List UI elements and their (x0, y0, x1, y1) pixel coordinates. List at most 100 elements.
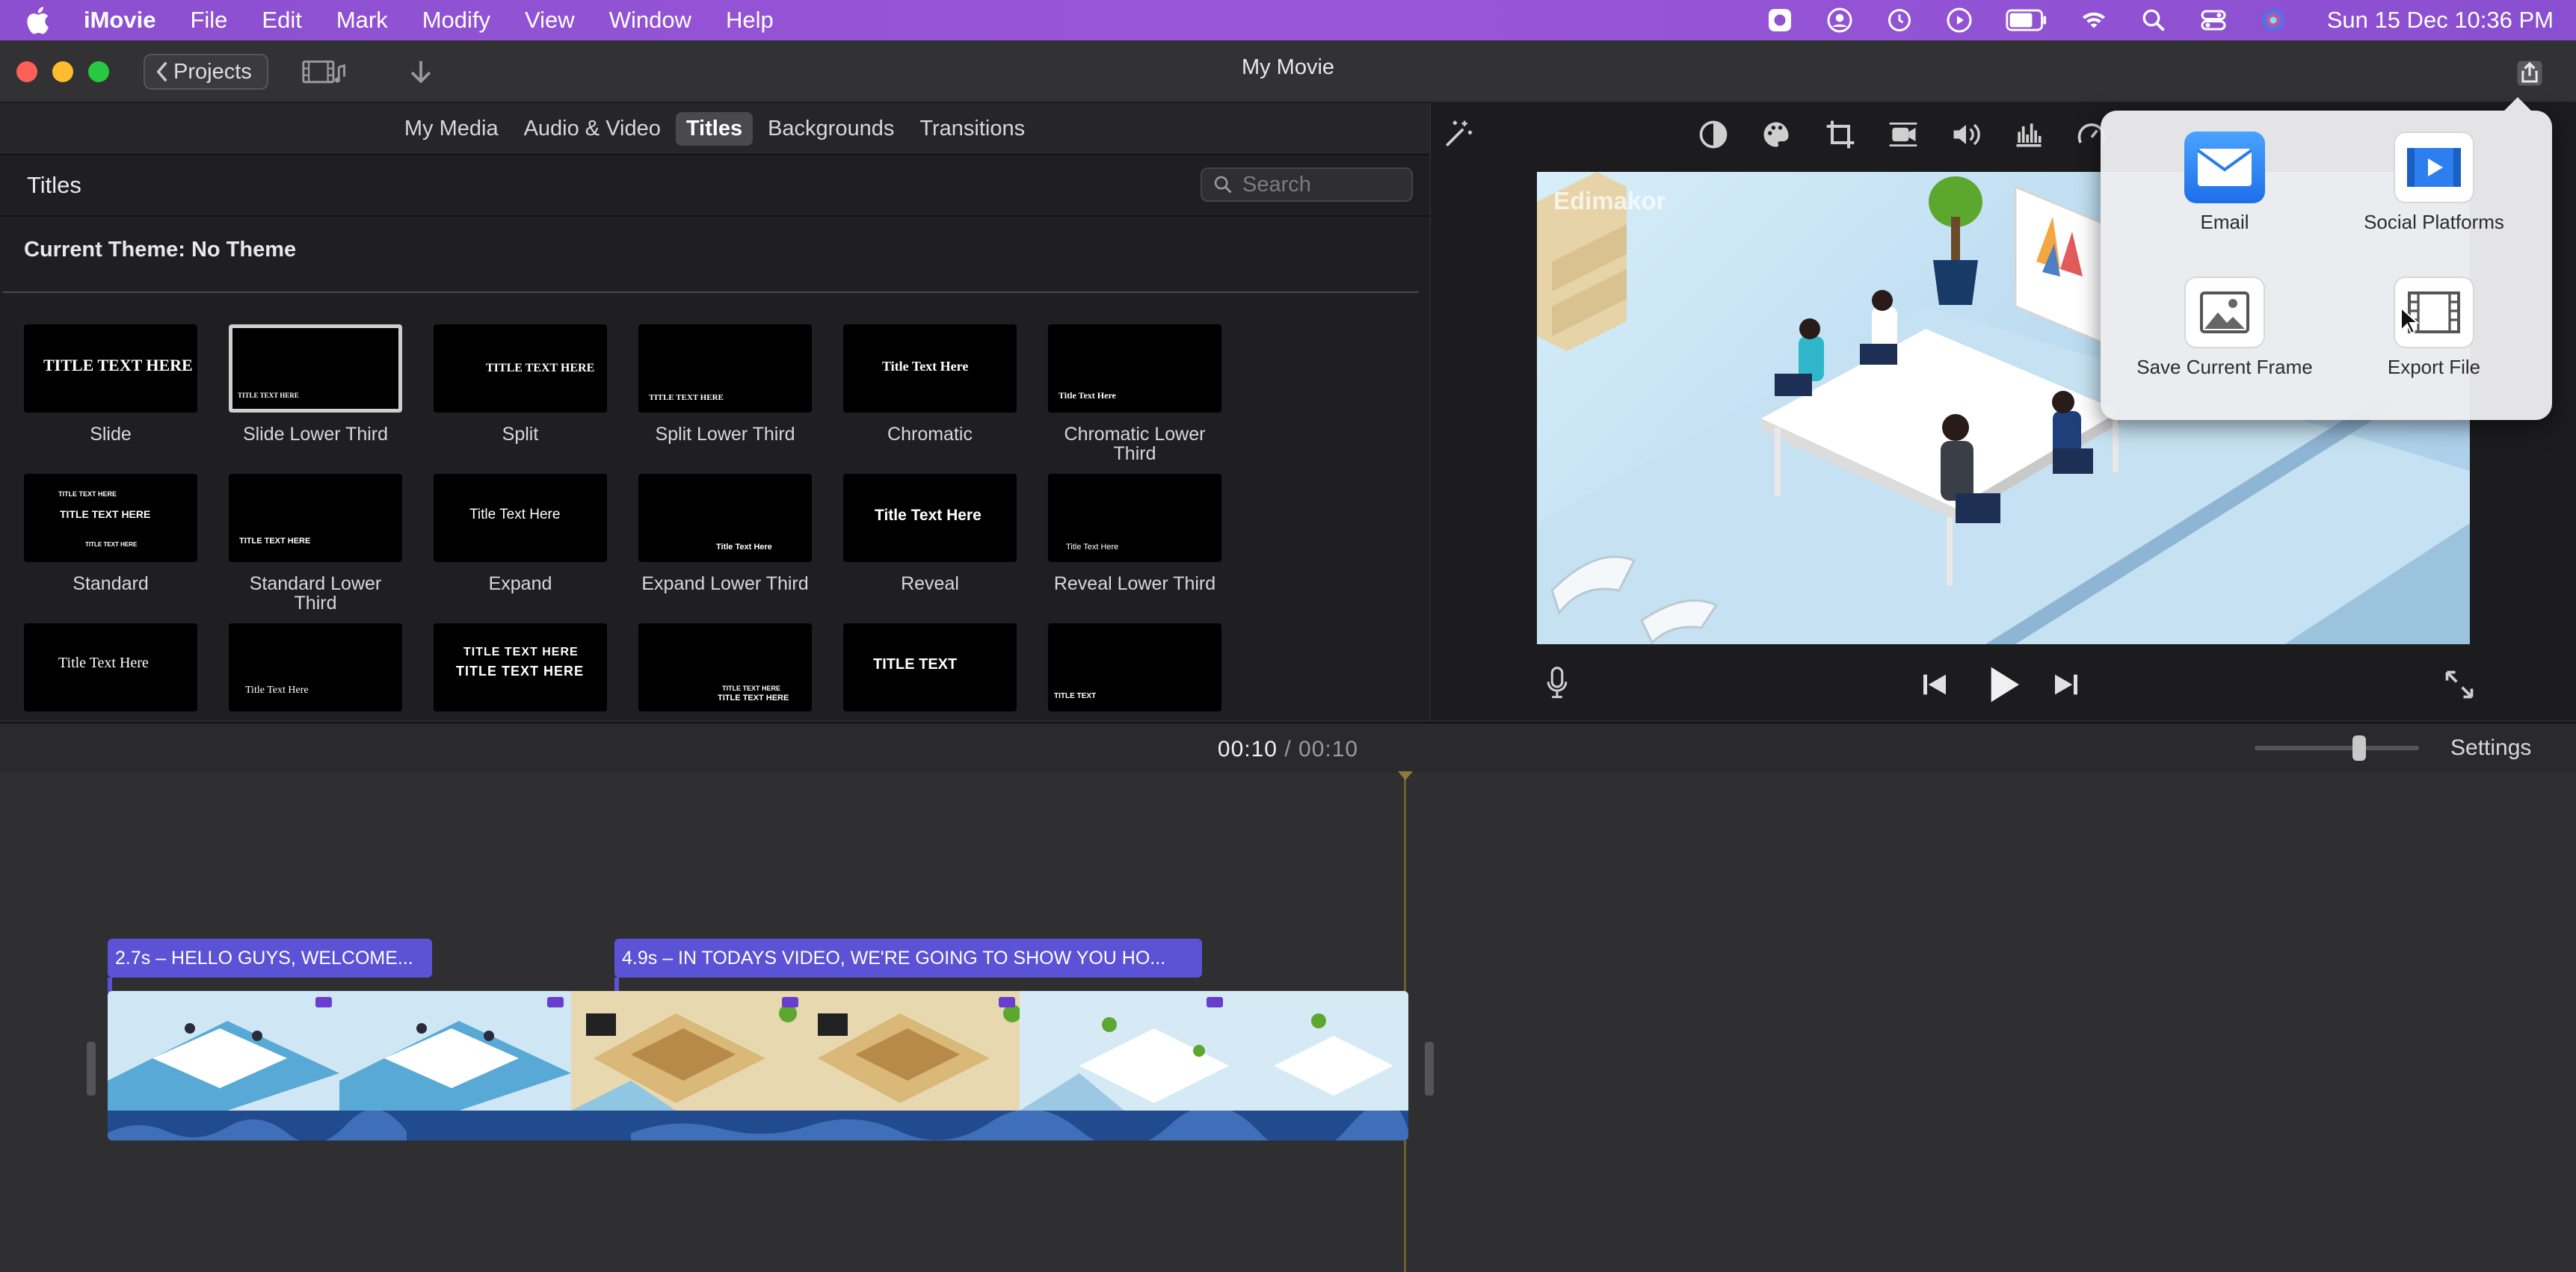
crop-icon[interactable] (1824, 118, 1857, 151)
title-tile[interactable]: TITLE TEXT HERE TITLE TEXT HERE (434, 623, 607, 711)
color-balance-icon[interactable] (1697, 118, 1730, 151)
skip-back-icon[interactable] (1920, 670, 1950, 700)
close-window-button[interactable] (16, 61, 37, 82)
save-frame-icon[interactable] (2184, 277, 2265, 348)
share-export-file[interactable]: Export File (2329, 277, 2539, 379)
title-tile-standard-lower-third[interactable]: TITLE TEXT HERE Standard Lower Third (229, 474, 402, 613)
title-thumbnail[interactable]: Title Text Here (843, 324, 1017, 413)
title-label: Expand Lower Third (641, 573, 809, 594)
zoom-window-button[interactable] (88, 61, 109, 82)
title-thumbnail[interactable]: Title Text Here (24, 623, 197, 711)
title-tile-chromatic[interactable]: Title Text Here Chromatic (843, 324, 1017, 444)
playhead-marker[interactable] (1398, 771, 1413, 780)
time-machine-icon[interactable] (1886, 7, 1913, 34)
title-tile[interactable]: Title Text Here (24, 623, 197, 711)
title-thumbnail[interactable]: TITLE TEXT (843, 623, 1017, 711)
apple-icon[interactable] (22, 4, 51, 36)
tab-backgrounds[interactable]: Backgrounds (757, 112, 905, 146)
timeline-settings-button[interactable]: Settings (2450, 735, 2531, 761)
title-clip-1[interactable]: 2.7s – HELLO GUYS, WELCOME... (108, 939, 432, 978)
share-icon[interactable] (2513, 57, 2546, 90)
video-clip[interactable] (108, 991, 1408, 1140)
title-tile-split-lower-third[interactable]: TITLE TEXT HERE Split Lower Third (638, 324, 812, 444)
title-tile[interactable]: TITLE TEXT (843, 623, 1017, 711)
title-thumbnail[interactable]: TITLE TEXT HERE (229, 324, 402, 413)
skip-forward-icon[interactable] (2051, 670, 2081, 700)
spotlight-search-icon[interactable] (2140, 7, 2167, 34)
title-thumbnail[interactable]: TITLE TEXT HERE (24, 324, 197, 413)
title-tile[interactable]: TITLE TEXT (1048, 623, 1221, 711)
title-tile-split[interactable]: TITLE TEXT HERE Split (434, 324, 607, 444)
title-tile-slide[interactable]: TITLE TEXT HERE Slide (24, 324, 197, 444)
control-center-icon[interactable] (2200, 7, 2227, 34)
play-icon[interactable] (1982, 664, 2024, 706)
title-thumbnail[interactable]: TITLE TEXT HERE TITLE TEXT HERE (434, 623, 607, 711)
battery-icon[interactable] (2006, 7, 2047, 34)
email-icon[interactable] (2184, 132, 2265, 203)
title-clip-2[interactable]: 4.9s – IN TODAYS VIDEO, WE'RE GOING TO S… (614, 939, 1202, 978)
stabilization-icon[interactable] (1887, 118, 1920, 151)
title-tile-expand-lower-third[interactable]: Title Text Here Expand Lower Third (638, 474, 812, 593)
minimize-window-button[interactable] (52, 61, 73, 82)
clip-trim-handle-right[interactable] (1425, 1042, 1434, 1096)
title-tile-expand[interactable]: Title Text Here Expand (434, 474, 607, 593)
audio-waveform[interactable] (108, 1102, 1408, 1140)
tab-transitions[interactable]: Transitions (909, 112, 1035, 146)
fullscreen-icon[interactable] (2443, 668, 2476, 701)
menu-mark[interactable]: Mark (336, 7, 388, 34)
menu-window[interactable]: Window (609, 7, 691, 34)
wifi-icon[interactable] (2080, 7, 2107, 34)
record-icon[interactable] (1766, 7, 1793, 34)
title-tile-reveal[interactable]: Title Text Here Reveal (843, 474, 1017, 593)
title-tile-slide-lower-third[interactable]: TITLE TEXT HERE Slide Lower Third (229, 324, 402, 444)
share-email[interactable]: Email (2120, 132, 2329, 234)
volume-icon[interactable] (1950, 118, 1982, 151)
user-icon[interactable] (1826, 7, 1853, 34)
title-thumbnail[interactable]: TITLE TEXT HERE (434, 324, 607, 413)
search-input[interactable] (1242, 172, 1392, 197)
social-platforms-icon[interactable] (2394, 132, 2474, 203)
menu-view[interactable]: View (525, 7, 575, 34)
title-tile[interactable]: TITLE TEXT HERE TITLE TEXT HERE (638, 623, 812, 711)
title-thumbnail[interactable]: Title Text Here (638, 474, 812, 562)
search-box[interactable] (1201, 167, 1413, 202)
title-tile-chromatic-lower-third[interactable]: Title Text Here Chromatic Lower Third (1048, 324, 1221, 463)
title-tile-reveal-lower-third[interactable]: Title Text Here Reveal Lower Third (1048, 474, 1221, 593)
title-thumbnail[interactable]: TITLE TEXT HERE (638, 324, 812, 413)
zoom-slider-knob[interactable] (2352, 735, 2366, 761)
color-palette-icon[interactable] (1760, 118, 1793, 151)
menu-file[interactable]: File (190, 7, 227, 34)
siri-icon[interactable] (2260, 7, 2287, 34)
play-circle-icon[interactable] (1946, 7, 1973, 34)
menu-app-name[interactable]: iMovie (84, 7, 155, 34)
title-thumbnail[interactable]: Title Text Here (434, 474, 607, 562)
title-thumbnail[interactable]: Title Text Here (843, 474, 1017, 562)
title-thumbnail[interactable]: Title Text Here (1048, 474, 1221, 562)
import-arrow-icon[interactable] (408, 58, 434, 87)
title-tile[interactable]: Title Text Here (229, 623, 402, 711)
title-thumbnail[interactable]: TITLE TEXT HERE (229, 474, 402, 562)
microphone-icon[interactable] (1544, 667, 1570, 700)
title-thumbnail[interactable]: TITLE TEXT HERE TITLE TEXT HERE TITLE TE… (24, 474, 197, 562)
title-thumbnail[interactable]: TITLE TEXT (1048, 623, 1221, 711)
tab-audio-video[interactable]: Audio & Video (514, 112, 671, 146)
timeline[interactable]: 2.7s – HELLO GUYS, WELCOME... 4.9s – IN … (0, 771, 2576, 1272)
share-save-current-frame[interactable]: Save Current Frame (2120, 277, 2329, 379)
equalizer-icon[interactable] (2012, 118, 2045, 151)
menu-modify[interactable]: Modify (422, 7, 490, 34)
title-thumbnail[interactable]: Title Text Here (229, 623, 402, 711)
media-library-icon[interactable] (302, 58, 348, 87)
timeline-zoom-slider[interactable] (2255, 735, 2419, 761)
title-tile-standard[interactable]: TITLE TEXT HERE TITLE TEXT HERE TITLE TE… (24, 474, 197, 593)
tab-titles[interactable]: Titles (675, 111, 754, 146)
magic-wand-icon[interactable] (1441, 118, 1474, 151)
share-social-platforms[interactable]: Social Platforms (2329, 132, 2539, 234)
menubar-clock[interactable]: Sun 15 Dec 10:36 PM (2327, 7, 2554, 34)
menu-edit[interactable]: Edit (262, 7, 301, 34)
clip-trim-handle-left[interactable] (87, 1042, 96, 1096)
menu-help[interactable]: Help (726, 7, 774, 34)
title-thumbnail[interactable]: Title Text Here (1048, 324, 1221, 413)
title-thumbnail[interactable]: TITLE TEXT HERE TITLE TEXT HERE (638, 623, 812, 711)
tab-my-media[interactable]: My Media (394, 112, 509, 146)
projects-button[interactable]: Projects (144, 54, 268, 90)
